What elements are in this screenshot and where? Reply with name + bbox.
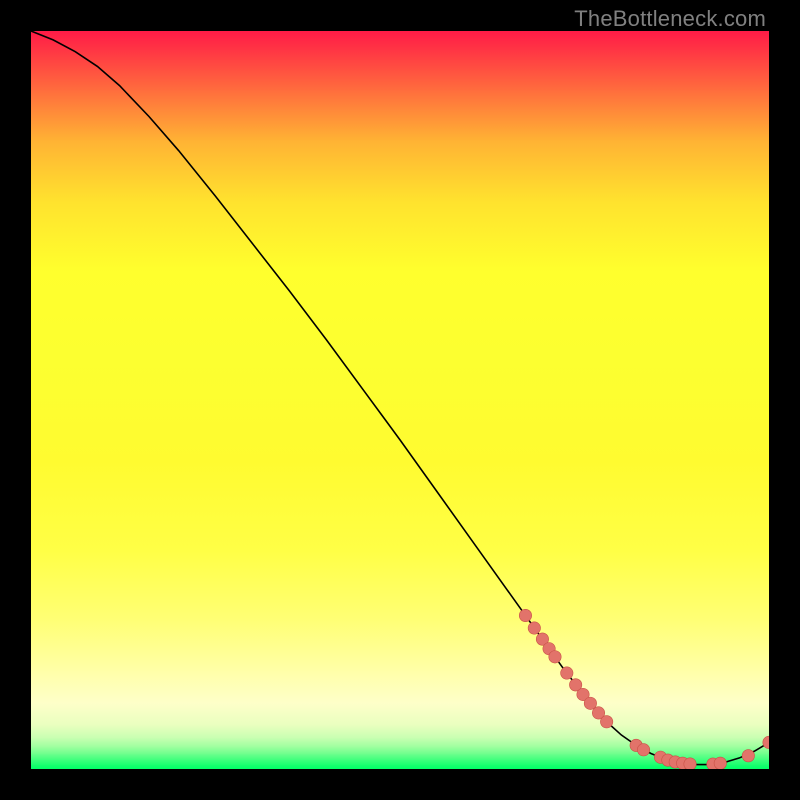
chart-overlay [31,31,769,769]
data-point [714,757,726,769]
data-point [763,736,769,748]
watermark-text: TheBottleneck.com [574,6,766,32]
fit-curve [31,31,769,765]
data-point [637,744,649,756]
data-point [519,609,531,621]
chart-stage: TheBottleneck.com [0,0,800,800]
data-point [684,758,696,769]
data-point [561,667,573,679]
data-point [600,716,612,728]
data-markers [519,609,769,769]
data-point [528,622,540,634]
plot-area [31,31,769,769]
data-point [549,651,561,663]
data-point [742,750,754,762]
